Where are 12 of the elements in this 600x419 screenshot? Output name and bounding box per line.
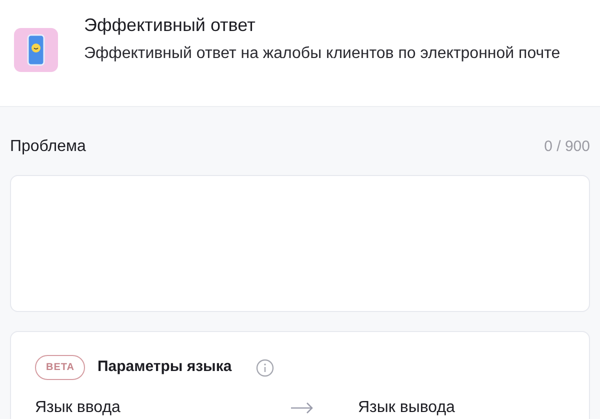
character-counter: 0 / 900 [544, 136, 590, 157]
field-label: Проблема [10, 137, 86, 157]
output-language-label: Язык вывода [358, 398, 455, 418]
arrow-icon [290, 402, 314, 414]
app-icon [14, 28, 58, 72]
info-icon[interactable] [256, 358, 274, 376]
input-language-label: Язык ввода [35, 398, 122, 418]
section-title: Параметры языка [97, 357, 232, 378]
beta-badge: BETA [35, 355, 86, 380]
app-title: Эффективный ответ [84, 14, 256, 37]
problem-input[interactable] [10, 175, 590, 312]
app-description: Эффективный ответ на жалобы клиентов по электронной почте [84, 44, 562, 64]
